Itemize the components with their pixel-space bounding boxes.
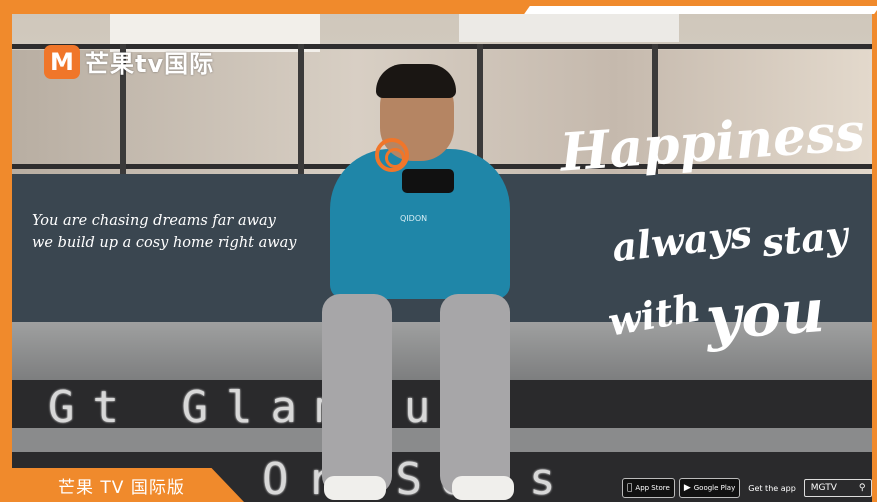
border-left <box>0 0 12 502</box>
border-right <box>872 0 877 502</box>
shoe-left <box>324 476 386 500</box>
legs <box>322 294 522 500</box>
person-with-phone: QIDON <box>302 64 542 502</box>
app-search-box[interactable]: MGTV ⚲ <box>803 479 873 497</box>
headline-you: you <box>703 275 827 355</box>
border-top <box>0 0 877 14</box>
bottom-tag: 芒果 TV 国际版 <box>12 468 244 502</box>
store-badges:  App Store ▶ Google Play Get the app MG… <box>622 478 873 498</box>
tagline-line-1: You are chasing dreams far away <box>32 213 276 229</box>
tagline: You are chasing dreams far away we build… <box>32 210 297 254</box>
search-icon: ⚲ <box>853 483 866 493</box>
leg-right <box>440 294 510 494</box>
promo-banner: Gt Glamour Or Sous QIDON M 芒果tv国际 You ar… <box>0 0 877 502</box>
apple-icon:  <box>627 483 632 493</box>
phone <box>402 169 454 193</box>
shirt-print: QIDON <box>400 214 428 223</box>
app-store-badge[interactable]:  App Store <box>622 478 675 498</box>
brand-name: 芒果tv国际 <box>85 50 215 78</box>
swirl-icon <box>375 138 409 172</box>
headline-stay: stay <box>759 211 850 266</box>
app-store-label: App Store <box>630 484 669 492</box>
search-term: MGTV <box>805 483 837 493</box>
hair <box>376 64 456 98</box>
brand-logo: M 芒果tv国际 <box>44 44 214 79</box>
google-play-label: Google Play <box>688 484 736 492</box>
google-play-badge[interactable]: ▶ Google Play <box>678 478 741 498</box>
mango-logo-icon: M <box>44 44 80 79</box>
play-icon: ▶ <box>678 483 691 493</box>
background-photo: Gt Glamour Or Sous QIDON <box>12 14 872 502</box>
shoe-right <box>452 476 514 500</box>
tagline-line-2: we build up a cosy home right away <box>32 235 297 251</box>
ceiling-panel <box>459 14 679 42</box>
leg-left <box>322 294 392 494</box>
get-app-label: Get the app <box>742 483 796 493</box>
